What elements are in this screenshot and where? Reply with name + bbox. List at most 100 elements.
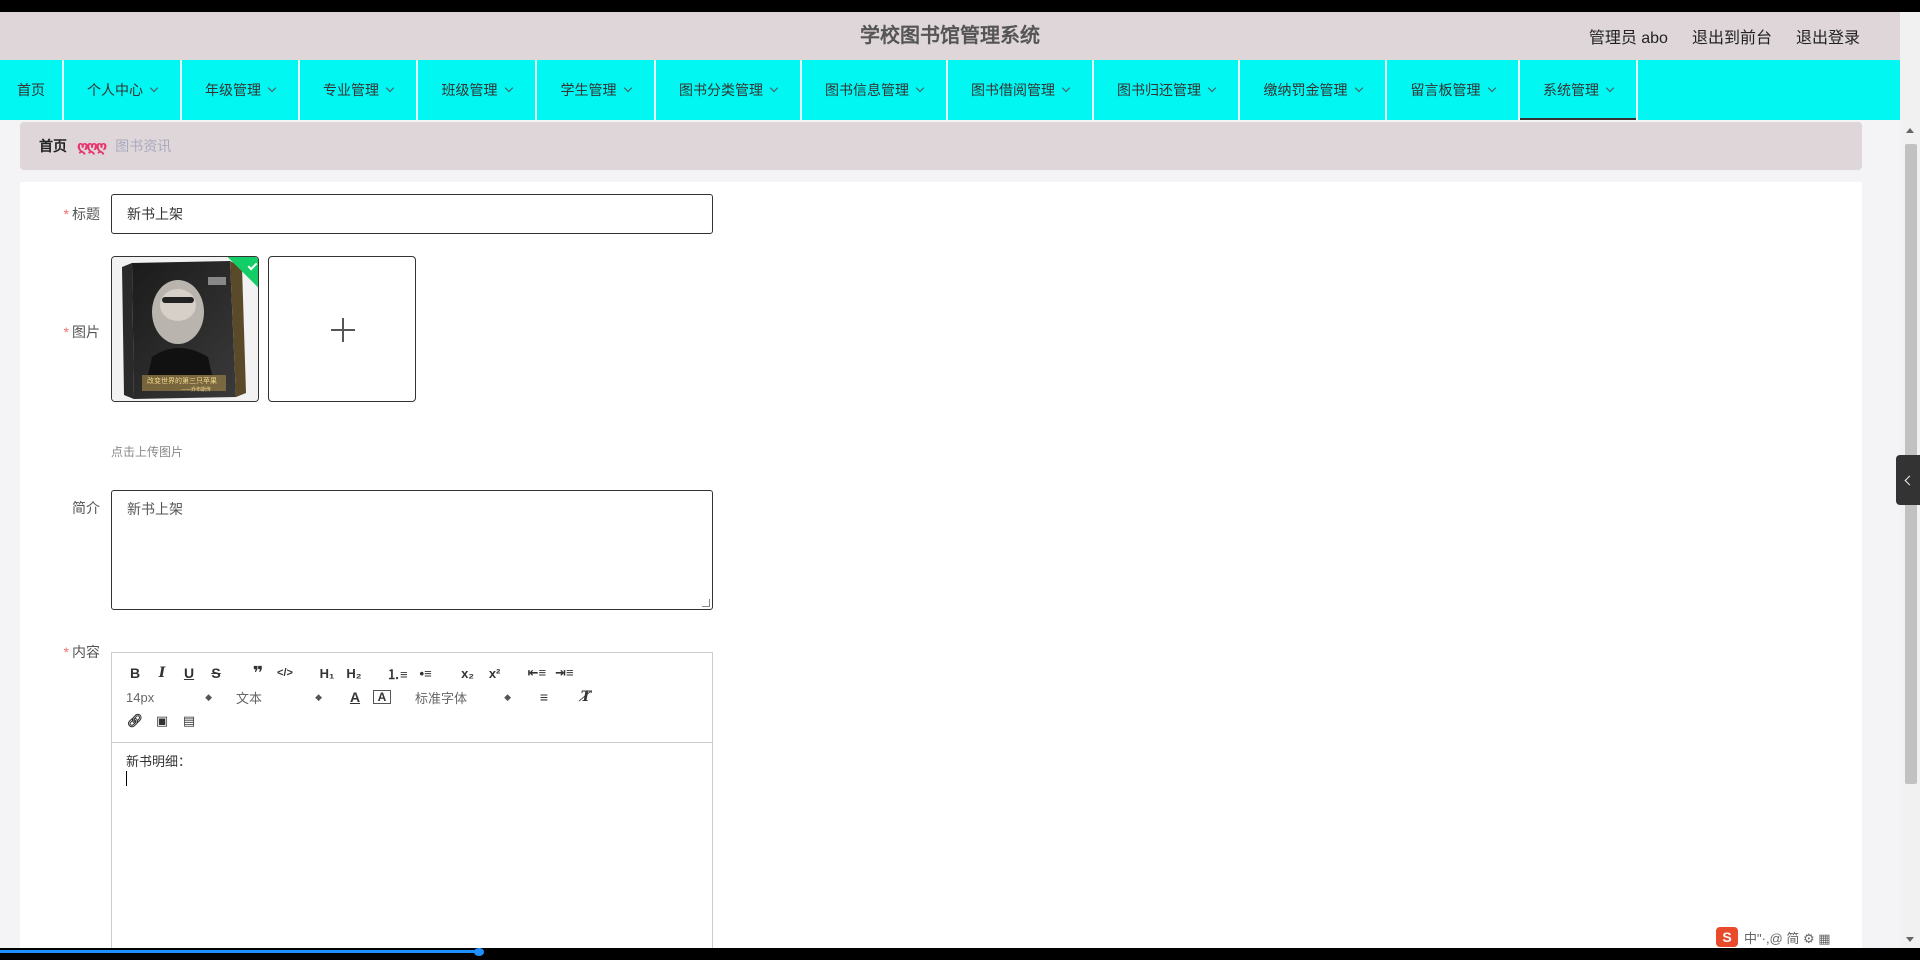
editor-toolbar: B I U S ❞ </> H₁ H₂ ⒈≡ •≡ x₂ x² ⇤≡ ⇥≡ 14…	[112, 653, 712, 743]
required-mark: *	[63, 324, 69, 340]
sogou-logo-icon[interactable]: S	[1716, 927, 1738, 947]
label-text: 图片	[72, 324, 100, 340]
code-block-icon[interactable]: </>	[276, 663, 294, 683]
bullet-list-icon[interactable]: •≡	[417, 663, 435, 683]
heading1-icon[interactable]: H₁	[318, 663, 336, 683]
nav-label: 学生管理	[560, 82, 617, 98]
nav-item-class[interactable]: 班级管理	[418, 60, 537, 120]
chevron-down-icon	[504, 83, 513, 93]
exit-to-front-link[interactable]: 退出到前台	[1692, 24, 1772, 48]
nav-item-message-board[interactable]: 留言板管理	[1387, 60, 1520, 120]
chevron-down-icon	[1061, 83, 1071, 93]
nav-item-book-category[interactable]: 图书分类管理	[656, 60, 802, 120]
font-size-select[interactable]: 14px ◆	[126, 687, 212, 707]
indent-icon[interactable]: ⇥≡	[555, 663, 573, 683]
chevron-down-icon	[1207, 83, 1217, 93]
nav-label: 首页	[17, 82, 45, 98]
text-caret	[126, 771, 127, 786]
superscript-icon[interactable]: x²	[486, 663, 504, 683]
nav-label: 图书分类管理	[679, 82, 763, 98]
nav-item-fines[interactable]: 缴纳罚金管理	[1240, 60, 1387, 120]
nav-label: 图书借阅管理	[971, 82, 1055, 98]
nav-label: 班级管理	[441, 82, 498, 98]
font-family-select[interactable]: 标准字体 ◆	[415, 687, 511, 707]
breadcrumb-separator: ღღღ	[77, 137, 107, 154]
rich-text-editor: B I U S ❞ </> H₁ H₂ ⒈≡ •≡ x₂ x² ⇤≡ ⇥≡ 14…	[111, 652, 713, 960]
intro-value: 新书上架	[127, 501, 183, 517]
select-arrows-icon: ◆	[205, 691, 212, 702]
link-icon[interactable]: 🔗︎	[126, 711, 144, 731]
nav-label: 留言板管理	[1410, 82, 1481, 98]
nav-item-system[interactable]: 系统管理	[1520, 60, 1638, 120]
book-cover-title: 改变世界的第三只苹果	[147, 376, 217, 385]
progress-knob[interactable]	[474, 948, 484, 956]
underline-icon[interactable]: U	[180, 663, 198, 683]
nav-label: 缴纳罚金管理	[1263, 82, 1348, 98]
bold-icon[interactable]: B	[126, 663, 144, 683]
align-icon[interactable]: ≡	[535, 687, 553, 707]
nav-item-book-return[interactable]: 图书归还管理	[1094, 60, 1240, 120]
nav-label: 图书归还管理	[1117, 82, 1201, 98]
uploaded-image-thumbnail[interactable]: 改变世界的第三只苹果 ——乔布斯传	[111, 256, 259, 402]
blockquote-icon[interactable]: ❞	[249, 663, 267, 683]
editor-text: 新书明细：	[126, 754, 192, 769]
text-type-value: 文本	[236, 690, 263, 706]
strikethrough-icon[interactable]: S	[207, 663, 225, 683]
image-label: * 图片	[20, 322, 100, 342]
chevron-down-icon	[1487, 83, 1496, 93]
breadcrumb: 首页 ღღღ 图书资讯	[20, 122, 1862, 170]
chevron-down-icon	[769, 83, 779, 93]
system-tray: S 中"·,@ 简 ⚙ ▦	[1716, 926, 1831, 948]
font-color-icon[interactable]: A	[346, 687, 364, 707]
nav-item-major[interactable]: 专业管理	[300, 60, 418, 120]
breadcrumb-home[interactable]: 首页	[39, 136, 67, 156]
chevron-down-icon	[149, 83, 159, 93]
side-collapse-tab[interactable]	[1896, 455, 1920, 505]
editor-content-area[interactable]: 新书明细：	[112, 743, 712, 801]
logout-link[interactable]: 退出登录	[1796, 24, 1860, 48]
nav-item-personal-center[interactable]: 个人中心	[64, 60, 182, 120]
ordered-list-icon[interactable]: ⒈≡	[387, 663, 408, 683]
main-nav: 首页 个人中心 年级管理 专业管理 班级管理 学生管理 图书分类管理 图书信息管…	[0, 60, 1900, 120]
image-icon[interactable]: ▣	[153, 711, 171, 731]
heading2-icon[interactable]: H₂	[345, 663, 363, 683]
nav-item-grade[interactable]: 年级管理	[182, 60, 300, 120]
label-text: 简介	[72, 500, 100, 516]
window-top-edge	[0, 0, 1920, 12]
video-progress-bar[interactable]	[0, 948, 1920, 960]
label-text: 标题	[72, 206, 100, 222]
subscript-icon[interactable]: x₂	[459, 663, 477, 683]
select-arrows-icon: ◆	[315, 691, 322, 702]
clear-format-icon[interactable]: T̸	[577, 687, 595, 707]
upload-hint: 点击上传图片	[111, 445, 184, 459]
current-user: 管理员 abo	[1588, 30, 1668, 47]
progress-fill	[0, 950, 480, 953]
scroll-up-icon[interactable]	[1906, 128, 1914, 133]
nav-label: 年级管理	[205, 82, 261, 98]
nav-item-student[interactable]: 学生管理	[537, 60, 656, 120]
outdent-icon[interactable]: ⇤≡	[528, 663, 546, 683]
text-type-select[interactable]: 文本 ◆	[236, 687, 322, 707]
scroll-down-icon[interactable]	[1906, 937, 1914, 942]
italic-icon[interactable]: I	[153, 663, 171, 683]
plus-icon-vertical	[342, 318, 344, 342]
add-image-button[interactable]	[268, 256, 416, 402]
resize-handle-icon[interactable]	[702, 599, 710, 607]
required-mark: *	[63, 644, 69, 660]
nav-item-book-borrow[interactable]: 图书借阅管理	[948, 60, 1094, 120]
nav-item-home[interactable]: 首页	[0, 60, 64, 120]
background-color-icon[interactable]: A	[373, 690, 391, 704]
title-input[interactable]: 新书上架	[111, 194, 713, 234]
chevron-down-icon	[1354, 83, 1363, 93]
book-cover-subtitle: ——乔布斯传	[181, 386, 211, 393]
tray-text: 中"·,@ 简 ⚙ ▦	[1744, 930, 1831, 946]
chevron-left-icon	[1904, 475, 1915, 485]
book-cover-image: 改变世界的第三只苹果 ——乔布斯传	[112, 257, 258, 401]
video-icon[interactable]: ▤	[180, 711, 198, 731]
nav-item-book-info[interactable]: 图书信息管理	[802, 60, 948, 120]
breadcrumb-current: 图书资讯	[115, 138, 172, 154]
intro-textarea[interactable]: 新书上架	[111, 490, 713, 610]
nav-label: 专业管理	[323, 82, 379, 98]
title-label: * 标题	[20, 204, 100, 224]
nav-label: 个人中心	[87, 82, 143, 98]
